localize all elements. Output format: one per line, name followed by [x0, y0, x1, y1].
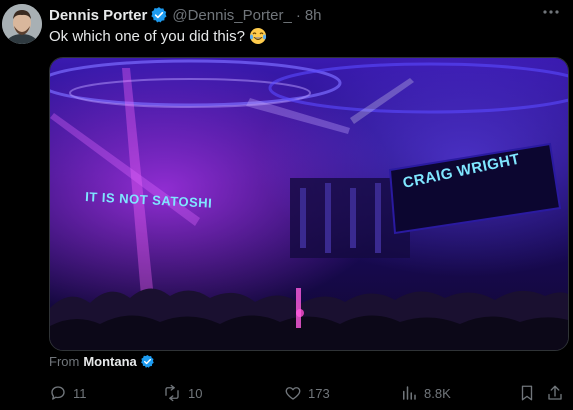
reply-icon — [51, 386, 65, 400]
attribution-prefix: From — [49, 354, 80, 369]
post-action-bar: 11 10 173 8.8K — [49, 382, 567, 404]
author-name[interactable]: Dennis Porter — [49, 7, 147, 24]
reply-button[interactable]: 11 — [49, 382, 87, 404]
share-button[interactable] — [546, 382, 570, 404]
views-button[interactable]: 8.8K — [400, 382, 451, 404]
post-header: Dennis Porter @Dennis_Porter_ · 8h — [49, 5, 573, 25]
verified-badge-icon — [150, 6, 168, 24]
like-count: 173 — [308, 385, 330, 401]
separator-dot: · — [295, 6, 301, 24]
post-video[interactable]: IT IS NOT SATOSHI CRAIG WRIGHT — [49, 57, 569, 351]
post-text: Ok which one of you did this? — [49, 27, 245, 45]
reply-count: 11 — [73, 385, 87, 401]
laughing-crying-emoji-icon — [249, 27, 267, 45]
more-options-icon[interactable] — [541, 4, 561, 20]
post-timestamp[interactable]: 8h — [305, 7, 322, 24]
attribution-source[interactable]: Montana — [83, 354, 136, 369]
bookmark-icon — [521, 385, 533, 401]
heart-icon — [285, 387, 301, 400]
repost-button[interactable]: 10 — [162, 382, 202, 404]
video-attribution: From Montana — [49, 354, 155, 369]
analytics-icon — [403, 386, 416, 400]
like-button[interactable]: 173 — [284, 382, 330, 404]
author-avatar[interactable] — [2, 4, 42, 44]
bookmark-button[interactable] — [519, 382, 541, 404]
verified-badge-icon — [140, 354, 155, 369]
post-text-row: Ok which one of you did this? — [49, 27, 267, 45]
view-count: 8.8K — [424, 385, 451, 401]
share-icon — [548, 385, 562, 400]
repost-icon — [165, 384, 179, 402]
repost-count: 10 — [188, 385, 203, 401]
author-handle[interactable]: @Dennis_Porter_ — [172, 7, 291, 24]
